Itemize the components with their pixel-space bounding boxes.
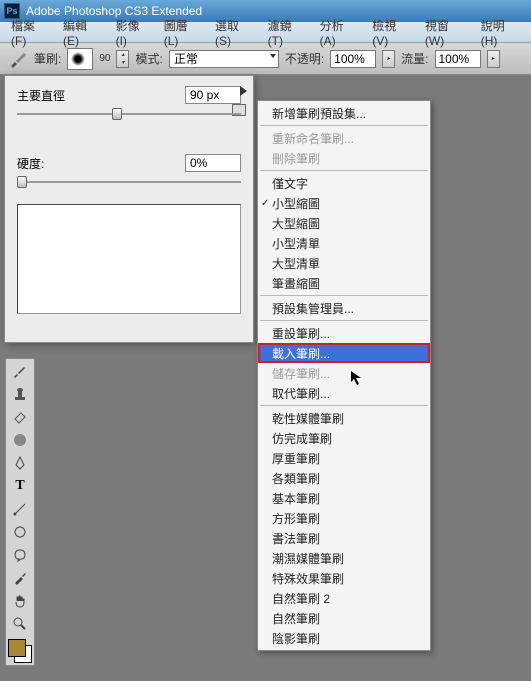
menu-item[interactable]: 陰影筆刷: [258, 628, 430, 648]
brush-size-spinner[interactable]: ▴▾: [116, 50, 129, 68]
menu-item[interactable]: 基本筆刷: [258, 488, 430, 508]
opacity-label: 不透明:: [285, 50, 324, 67]
menu-item[interactable]: 視窗(W): [418, 15, 474, 50]
menu-item[interactable]: 小型清單: [258, 233, 430, 253]
menu-item[interactable]: 乾性媒體筆刷: [258, 408, 430, 428]
brush-preset-thumb[interactable]: [67, 48, 93, 70]
menu-item: 刪除筆刷: [258, 148, 430, 168]
menu-item[interactable]: 大型清單: [258, 253, 430, 273]
menu-item[interactable]: 分析(A): [313, 15, 366, 50]
flow-label: 流量:: [401, 50, 428, 67]
brush-flyout-menu: 新增筆刷預設集... 重新命名筆刷...刪除筆刷僅文字小型縮圖大型縮圖小型清單大型…: [257, 100, 431, 651]
menu-item[interactable]: 小型縮圖: [258, 193, 430, 213]
menu-item[interactable]: 僅文字: [258, 173, 430, 193]
menu-item[interactable]: 檔案(F): [4, 15, 56, 50]
hardness-label: 硬度:: [17, 155, 77, 172]
eyedropper-tool[interactable]: [6, 566, 34, 589]
menu-separator: [260, 295, 428, 296]
menu-item[interactable]: 檢視(V): [365, 15, 418, 50]
mode-label: 模式:: [135, 50, 162, 67]
menu-item[interactable]: 載入筆刷...: [258, 343, 430, 363]
menu-item[interactable]: 圖層(L): [157, 15, 208, 50]
shape-tool[interactable]: [6, 520, 34, 543]
flyout-menu-icon[interactable]: [240, 86, 247, 96]
type-tool[interactable]: T: [6, 474, 34, 497]
menu-item[interactable]: 說明(H): [474, 15, 527, 50]
mode-select[interactable]: 正常: [169, 50, 279, 68]
menu-item[interactable]: 新增筆刷預設集...: [258, 103, 430, 123]
brush-tool-icon: [8, 49, 28, 69]
diameter-input[interactable]: 90 px: [185, 86, 241, 104]
menu-item[interactable]: 大型縮圖: [258, 213, 430, 233]
pen-tool[interactable]: [6, 451, 34, 474]
menu-separator: [260, 125, 428, 126]
menu-item[interactable]: 筆畫縮圖: [258, 273, 430, 293]
menu-item[interactable]: 編輯(E): [56, 15, 109, 50]
zoom-tool[interactable]: [6, 612, 34, 635]
menu-separator: [260, 320, 428, 321]
diameter-label: 主要直徑: [17, 87, 77, 104]
flow-input[interactable]: 100%: [435, 50, 481, 68]
brush-preview-area: [17, 204, 241, 314]
opacity-input[interactable]: 100%: [330, 50, 376, 68]
menu-item: 儲存筆刷...: [258, 363, 430, 383]
stamp-tool[interactable]: [6, 382, 34, 405]
brush-preset-panel: 主要直徑 90 px 硬度: 0%: [4, 75, 254, 343]
eraser-tool[interactable]: [6, 405, 34, 428]
menu-item[interactable]: 取代筆刷...: [258, 383, 430, 403]
menu-item[interactable]: 濾鏡(T): [261, 15, 313, 50]
menu-item: 重新命名筆刷...: [258, 128, 430, 148]
toolbox: T: [5, 358, 35, 666]
menu-separator: [260, 405, 428, 406]
menu-item[interactable]: 影像(I): [109, 15, 157, 50]
menu-item[interactable]: 仿完成筆刷: [258, 428, 430, 448]
menu-item[interactable]: 重設筆刷...: [258, 323, 430, 343]
menu-item[interactable]: 選取(S): [208, 15, 261, 50]
brush-tool[interactable]: [6, 359, 34, 382]
brush-label: 筆刷:: [34, 50, 61, 67]
menubar: 檔案(F)編輯(E)影像(I)圖層(L)選取(S)濾鏡(T)分析(A)檢視(V)…: [0, 22, 531, 43]
flow-spinner[interactable]: ▸: [487, 50, 500, 68]
menu-item[interactable]: 自然筆刷: [258, 608, 430, 628]
notes-tool[interactable]: [6, 543, 34, 566]
opacity-spinner[interactable]: ▸: [382, 50, 395, 68]
brush-size-readout: 90: [99, 53, 110, 64]
menu-item[interactable]: 潮濕媒體筆刷: [258, 548, 430, 568]
diameter-slider[interactable]: [17, 106, 241, 122]
menu-item[interactable]: 厚重筆刷: [258, 448, 430, 468]
hand-tool[interactable]: [6, 589, 34, 612]
gradient-tool[interactable]: [6, 428, 34, 451]
menu-item[interactable]: 自然筆刷 2: [258, 588, 430, 608]
color-swatches[interactable]: [6, 637, 34, 665]
menu-item[interactable]: 預設集管理員...: [258, 298, 430, 318]
hardness-slider[interactable]: [17, 174, 241, 190]
menu-item[interactable]: 特殊效果筆刷: [258, 568, 430, 588]
menu-item[interactable]: 各類筆刷: [258, 468, 430, 488]
menu-item[interactable]: 書法筆刷: [258, 528, 430, 548]
hardness-input[interactable]: 0%: [185, 154, 241, 172]
menu-separator: [260, 170, 428, 171]
menu-item[interactable]: 方形筆刷: [258, 508, 430, 528]
path-tool[interactable]: [6, 497, 34, 520]
